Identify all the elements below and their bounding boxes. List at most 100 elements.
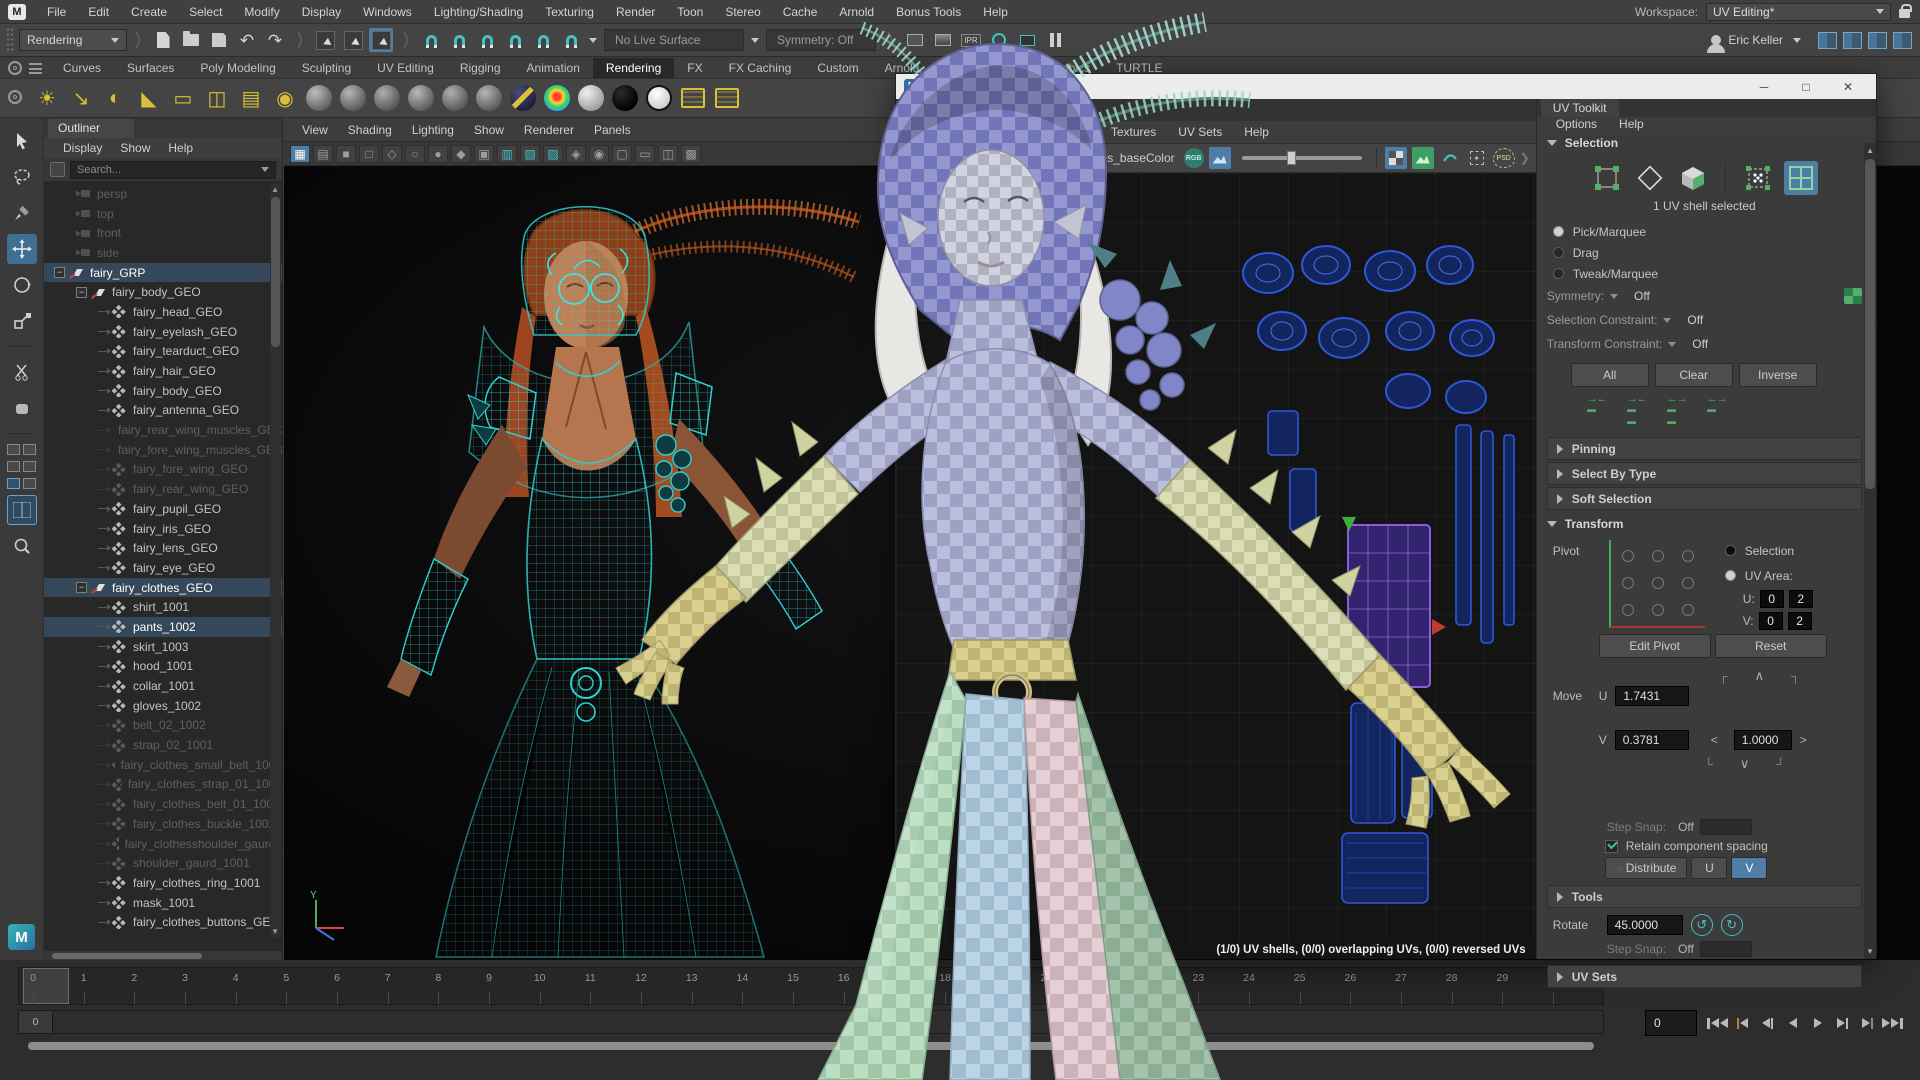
go-to-end-icon[interactable] — [1881, 1010, 1904, 1036]
phongE-icon[interactable] — [440, 83, 470, 113]
undo-icon[interactable]: ↶ — [235, 28, 259, 52]
selection-section-header[interactable]: Selection — [1547, 131, 1862, 155]
pivot-selection-radio[interactable]: Selection — [1719, 540, 1813, 561]
scrollbar-thumb[interactable] — [271, 197, 280, 347]
menu-windows[interactable]: Windows — [352, 0, 423, 24]
move-step-field[interactable]: 1.0000 — [1734, 730, 1792, 750]
quick-layout-uv-persp[interactable] — [7, 495, 37, 525]
outliner-item-shoulder-gaurd-1001[interactable]: shoulder_gaurd_1001 — [44, 853, 282, 873]
close-icon[interactable]: ✕ — [1828, 76, 1868, 97]
select-component-icon[interactable] — [369, 28, 393, 52]
outliner-item-pants-1002[interactable]: pants_1002 — [44, 617, 282, 637]
render-view-shelf-icon[interactable] — [678, 83, 708, 113]
workspace-dropdown[interactable]: UV Editing* — [1706, 3, 1891, 21]
viewport-menu-renderer[interactable]: Renderer — [514, 123, 584, 137]
selection-constraint-row[interactable]: Selection Constraint: Off — [1547, 308, 1862, 332]
section-header-pinning[interactable]: Pinning — [1547, 437, 1862, 460]
menu-render[interactable]: Render — [605, 0, 666, 24]
render-settings-icon[interactable] — [987, 28, 1011, 52]
shrink-selection-icon[interactable]: →←▪▪▪ — [1587, 393, 1607, 429]
snap-curve-icon[interactable] — [447, 28, 471, 52]
select-border-icon[interactable]: ←→▪▪▪ — [1707, 393, 1727, 429]
select-object-icon[interactable] — [341, 28, 365, 52]
uv-view-canvas[interactable] — [896, 173, 1536, 941]
snap-grid-icon[interactable] — [419, 28, 443, 52]
phong-icon[interactable] — [406, 83, 436, 113]
transform-section-header[interactable]: Transform — [1547, 512, 1862, 536]
outliner-menu-display[interactable]: Display — [56, 141, 109, 155]
layout-uv-persp-icon[interactable] — [1868, 32, 1887, 49]
symmetry-grid-icon[interactable] — [1844, 288, 1862, 304]
rgb-channels-icon[interactable]: RGB — [1184, 148, 1204, 168]
outliner-item-fairy-body-geo[interactable]: fairy_body_GEO — [44, 381, 282, 401]
standard-surface-icon[interactable] — [304, 83, 334, 113]
outliner-item-fairy-eyelash-geo[interactable]: fairy_eyelash_GEO — [44, 322, 282, 342]
ambient-light-icon[interactable]: ◐ — [100, 83, 130, 113]
tools-section-header[interactable]: Tools — [1547, 885, 1862, 908]
make-live-icon[interactable] — [531, 28, 555, 52]
maya-badge[interactable]: M — [8, 924, 35, 950]
mode-radio-pick-marquee[interactable]: Pick/Marquee — [1547, 221, 1862, 242]
layout-outliner-icon[interactable] — [1818, 32, 1837, 49]
move-step-snap-row[interactable]: Step Snap: Off — [1607, 819, 1862, 835]
section-chevron[interactable] — [296, 30, 304, 50]
viewport-menu-show[interactable]: Show — [464, 123, 514, 137]
scroll-up-icon[interactable]: ▲ — [1866, 146, 1874, 155]
menu-lighting-shading[interactable]: Lighting/Shading — [423, 0, 534, 24]
viewport-toolbar-icon-1[interactable]: ▤ — [313, 145, 333, 163]
zoom-tool-icon[interactable] — [7, 531, 37, 561]
menu-help[interactable]: Help — [972, 0, 1019, 24]
quick-layout-single-pane[interactable] — [7, 444, 36, 455]
directional-light-icon[interactable]: ↘ — [66, 83, 96, 113]
face-icon[interactable] — [1676, 161, 1710, 195]
menu-texturing[interactable]: Texturing — [534, 0, 605, 24]
filter-icon[interactable] — [50, 162, 65, 177]
viewport-toolbar-icon-14[interactable]: ▢ — [612, 145, 632, 163]
viewport-toolbar-icon-13[interactable]: ◉ — [589, 145, 609, 163]
outliner-item-fairy-iris-geo[interactable]: fairy_iris_GEO — [44, 519, 282, 539]
outliner-item-strap-02-1001[interactable]: strap_02_1001 — [44, 735, 282, 755]
uv-cut-sew-tool-icon[interactable] — [7, 357, 37, 387]
menu-modify[interactable]: Modify — [233, 0, 290, 24]
nudge-up-right[interactable]: ┐ — [1791, 669, 1800, 683]
outliner-item-fairy-clothes-belt-01-1002[interactable]: fairy_clothes_belt_01_1002 — [44, 794, 282, 814]
rotate-ccw-icon[interactable]: ↺ — [1691, 914, 1713, 936]
node-editor-shelf-icon[interactable] — [712, 83, 742, 113]
shelf-tab-fx-caching[interactable]: FX Caching — [716, 58, 805, 78]
pivot-position-grid[interactable] — [1609, 540, 1705, 628]
gear-icon[interactable] — [8, 90, 22, 104]
shelf-tab-uv-editing[interactable]: UV Editing — [364, 58, 447, 78]
step-forward-key-icon[interactable] — [1856, 1010, 1879, 1036]
outliner-item-shirt-1001[interactable]: shirt_1001 — [44, 597, 282, 617]
uv-editor-tab[interactable]: UV Editor — [900, 103, 975, 121]
search-input[interactable]: Search... — [70, 161, 276, 179]
expand-toggle-icon[interactable]: − — [76, 287, 87, 298]
section-header-soft-selection[interactable]: Soft Selection — [1547, 487, 1862, 510]
maximize-icon[interactable]: □ — [1786, 76, 1826, 97]
dim-image-slider[interactable] — [1242, 156, 1362, 160]
mode-radio-drag[interactable]: Drag — [1547, 242, 1862, 263]
scroll-up-icon[interactable]: ▲ — [271, 185, 279, 194]
account-menu[interactable]: Eric Keller — [1711, 33, 1801, 47]
range-bar[interactable] — [53, 1011, 1603, 1033]
anisotropic-icon[interactable] — [508, 83, 538, 113]
outliner-item-fairy-hair-geo[interactable]: fairy_hair_GEO — [44, 361, 282, 381]
section-chevron[interactable] — [402, 30, 410, 50]
scroll-down-icon[interactable]: ▼ — [1866, 947, 1874, 956]
scrollbar-thumb[interactable] — [1865, 159, 1875, 489]
viewport-toolbar-icon-0[interactable]: ▦ — [290, 145, 310, 163]
mode-radio-tweak-marquee[interactable]: Tweak/Marquee — [1547, 263, 1862, 284]
current-frame-field[interactable]: 0 — [1645, 1010, 1697, 1036]
grab-uv-tool-icon[interactable] — [7, 393, 37, 423]
minimize-icon[interactable]: ─ — [1744, 76, 1784, 97]
menu-edit[interactable]: Edit — [77, 0, 120, 24]
uv-texture-icon[interactable] — [1412, 147, 1434, 169]
edit-pivot-button[interactable]: Edit Pivot — [1599, 634, 1711, 658]
outliner-item-fairy-fore-wing-geo[interactable]: fairy_fore_wing_GEO — [44, 460, 282, 480]
open-scene-icon[interactable] — [179, 28, 203, 52]
play-backward-icon[interactable] — [1781, 1010, 1804, 1036]
outliner-item-skirt-1003[interactable]: skirt_1003 — [44, 637, 282, 657]
rotate-step-snap-row[interactable]: Step Snap: Off — [1607, 941, 1862, 957]
photoshop-icon[interactable]: PSD — [1493, 148, 1515, 168]
inverse-selection-button[interactable]: Inverse — [1739, 363, 1817, 387]
